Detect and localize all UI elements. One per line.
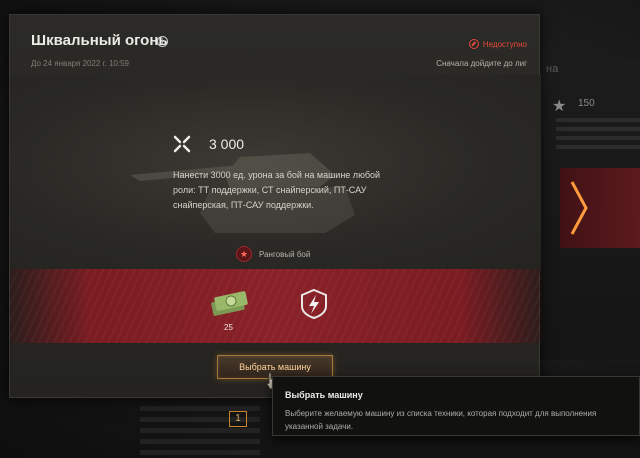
tooltip-text: Выберите желаемую машину из списка техни…: [285, 409, 597, 431]
damage-icon: [173, 135, 191, 153]
dialog-title: Шквальный огонь: [31, 32, 168, 49]
credits-icon[interactable]: [210, 285, 250, 317]
status-unavailable: Недоступно: [468, 39, 527, 49]
deadline-date: До 24 января 2022 г. 10:59: [31, 59, 129, 68]
info-icon[interactable]: i: [157, 36, 168, 47]
page-indicator[interactable]: 1: [229, 411, 247, 427]
status-label: Недоступно: [482, 39, 527, 49]
background-star-value: 150: [578, 98, 595, 109]
task-target-value: 3 000: [209, 136, 245, 152]
background-top-text: на: [546, 63, 559, 75]
tooltip-title: Выбрать машину: [285, 390, 363, 400]
task-description: Нанести 3000 ед. урона за бой на машине …: [173, 170, 380, 210]
chevron-right-icon[interactable]: [568, 178, 592, 238]
background-text-lines: [556, 118, 640, 154]
requirement-hint: Сначала дойдите до лиг: [436, 59, 527, 68]
quest-dialog: Шквальный огонь i До 24 января 2022 г. 1…: [9, 14, 541, 398]
credits-count: 25: [224, 323, 233, 332]
battle-type-label: Ранговый бой: [259, 249, 311, 259]
reward-band: 25: [10, 269, 541, 343]
star-icon: ★: [552, 98, 567, 115]
ranked-battle-icon: ★: [236, 246, 252, 262]
tooltip: Выбрать машину Выберите желаемую машину …: [272, 376, 640, 436]
booster-lightning-icon[interactable]: [298, 288, 330, 320]
battle-type: ★ Ранговый бой: [236, 246, 310, 262]
unavailable-icon: [468, 39, 479, 49]
